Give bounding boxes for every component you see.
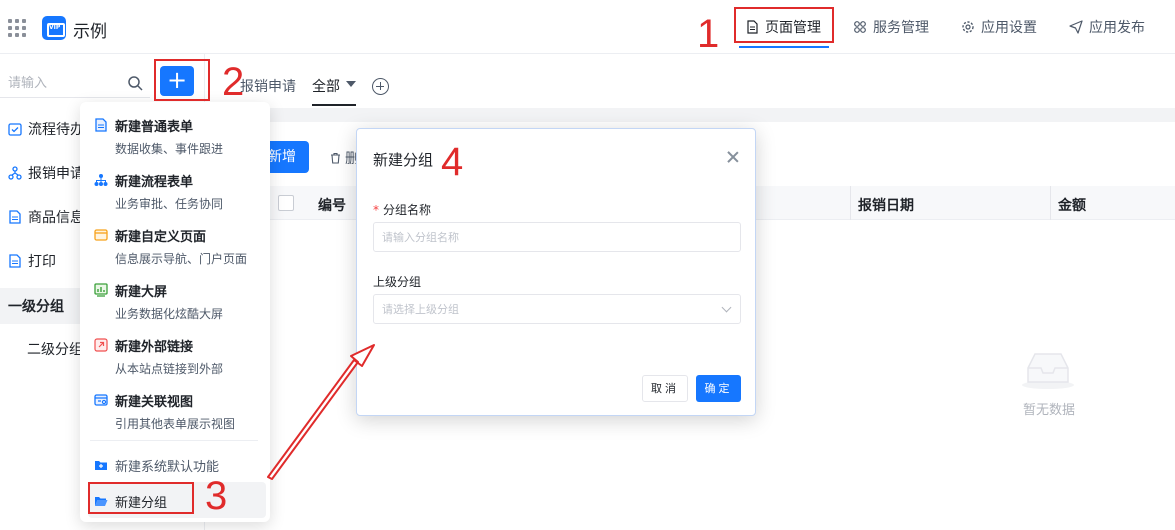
column-divider bbox=[1050, 186, 1051, 220]
sidebar-item-expense[interactable]: 报销申请 bbox=[8, 162, 84, 184]
chart-screen-icon bbox=[94, 283, 108, 297]
annotation-box-page-management bbox=[734, 7, 834, 43]
view-tabs: 报销申请 全部 bbox=[210, 54, 1175, 106]
app-title: 示例 bbox=[73, 22, 107, 42]
menu-item-title: 新建大屏 bbox=[115, 285, 168, 300]
new-group-dialog: 新建分组 * 分组名称 上级分组 取消 确定 bbox=[356, 128, 756, 416]
top-bar: VIP 示例 页面管理 服务管理 应用设置 应用发布 bbox=[0, 0, 1175, 54]
annotation-number-4: 4 bbox=[441, 140, 464, 184]
nav-service-management[interactable]: 服务管理 bbox=[853, 0, 929, 54]
nav-publish-label: 应用发布 bbox=[1089, 20, 1145, 36]
calendar-check-icon bbox=[8, 123, 22, 136]
menu-item-title: 新建外部链接 bbox=[115, 340, 194, 355]
chevron-down-icon[interactable] bbox=[346, 81, 356, 87]
column-header-date[interactable]: 报销日期 bbox=[858, 195, 914, 215]
group-name-input[interactable] bbox=[374, 223, 740, 251]
tab-expense[interactable]: 报销申请 bbox=[240, 76, 296, 96]
sidebar-item-label: 报销申请 bbox=[28, 166, 84, 182]
group-name-label: * 分组名称 bbox=[373, 201, 431, 218]
sidebar-subgroup-level2[interactable]: 二级分组 bbox=[27, 339, 83, 359]
content-divider bbox=[210, 108, 1175, 122]
annotation-number-3: 3 bbox=[205, 474, 228, 518]
form-icon bbox=[95, 118, 107, 132]
menu-item-desc: 信息展示导航、门户页面 bbox=[115, 252, 248, 266]
logo-text: VIP bbox=[49, 24, 61, 31]
create-menu: 新建普通表单 数据收集、事件跟进 新建流程表单 业务审批、任务协同 新建自定义页… bbox=[80, 102, 270, 522]
nav-settings-label: 应用设置 bbox=[981, 20, 1037, 36]
menu-item-desc: 引用其他表单展示视图 bbox=[115, 417, 236, 431]
send-icon bbox=[1069, 20, 1083, 34]
sidebar-item-label: 打印 bbox=[28, 254, 56, 270]
menu-item-title: 新建普通表单 bbox=[115, 120, 194, 135]
column-header-amount[interactable]: 金额 bbox=[1058, 195, 1086, 215]
menu-item-title: 新建关联视图 bbox=[115, 395, 194, 410]
nav-app-settings[interactable]: 应用设置 bbox=[961, 0, 1037, 54]
tab-all[interactable]: 全部 bbox=[312, 76, 356, 106]
nav-app-publish[interactable]: 应用发布 bbox=[1069, 0, 1145, 54]
gear-icon bbox=[962, 21, 974, 33]
sidebar-item-product[interactable]: 商品信息 bbox=[8, 206, 84, 228]
sidebar-item-label: 商品信息 bbox=[28, 210, 84, 226]
parent-group-input[interactable] bbox=[374, 295, 740, 323]
menu-item-desc: 从本站点链接到外部 bbox=[115, 362, 224, 376]
flow-icon bbox=[94, 174, 108, 186]
sidebar-item-print[interactable]: 打印 bbox=[8, 250, 56, 272]
form-icon bbox=[9, 210, 21, 224]
trash-icon bbox=[331, 152, 340, 164]
menu-item-title: 新建自定义页面 bbox=[115, 230, 207, 245]
menu-item-desc: 业务审批、任务协同 bbox=[115, 197, 224, 211]
sidebar-item-label: 流程待办 bbox=[28, 122, 84, 138]
select-all-checkbox[interactable] bbox=[278, 195, 294, 211]
required-mark: * bbox=[373, 203, 379, 217]
column-divider bbox=[850, 186, 851, 220]
form-icon bbox=[9, 254, 21, 268]
annotation-number-2: 2 bbox=[222, 60, 245, 104]
close-icon[interactable] bbox=[727, 151, 739, 163]
service-icon bbox=[854, 21, 866, 33]
menu-item-desc: 数据收集、事件跟进 bbox=[115, 142, 224, 156]
column-header-number[interactable]: 编号 bbox=[318, 195, 346, 215]
apps-grid-icon[interactable] bbox=[8, 19, 26, 37]
link-icon bbox=[94, 338, 108, 352]
parent-group-label: 上级分组 bbox=[373, 275, 422, 289]
delete-button[interactable]: 删 bbox=[330, 148, 359, 168]
menu-divider bbox=[90, 440, 258, 441]
annotation-box-add-button bbox=[154, 59, 210, 101]
annotation-number-1: 1 bbox=[697, 12, 720, 56]
app-logo-icon: VIP bbox=[42, 16, 66, 40]
add-tab-icon[interactable] bbox=[372, 78, 389, 95]
menu-item-title: 新建流程表单 bbox=[115, 175, 194, 190]
search-icon[interactable] bbox=[127, 75, 143, 91]
nav-service-label: 服务管理 bbox=[873, 20, 929, 36]
sidebar-item-flow-todo[interactable]: 流程待办 bbox=[8, 118, 84, 140]
sidebar-search bbox=[0, 68, 150, 98]
cancel-button[interactable]: 取消 bbox=[642, 375, 688, 402]
search-input[interactable] bbox=[8, 72, 118, 94]
confirm-button[interactable]: 确定 bbox=[696, 375, 741, 402]
menu-item-label: 新建系统默认功能 bbox=[115, 460, 220, 475]
folder-plus-icon bbox=[95, 461, 107, 470]
menu-item-desc: 业务数据化炫酷大屏 bbox=[115, 307, 224, 321]
window-icon bbox=[94, 229, 108, 241]
dialog-title: 新建分组 bbox=[373, 151, 434, 169]
group-name-field bbox=[373, 222, 741, 252]
empty-text: 暂无数据 bbox=[1023, 403, 1076, 418]
view-icon bbox=[94, 394, 108, 406]
parent-group-select[interactable] bbox=[373, 294, 741, 324]
group-name-label-text: 分组名称 bbox=[383, 203, 432, 217]
empty-inbox-icon bbox=[1022, 353, 1074, 389]
flow-icon bbox=[8, 166, 22, 180]
annotation-box-new-group bbox=[88, 482, 194, 514]
group-label: 一级分组 bbox=[8, 299, 64, 315]
